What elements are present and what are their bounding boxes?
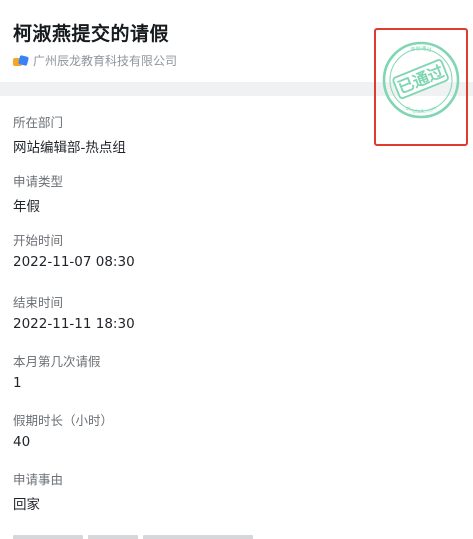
stamp-highlight-box: 审批通过 dingtalk.com 已通过 bbox=[374, 28, 468, 146]
field-label: 假期时长（小时） bbox=[13, 413, 114, 428]
field-label: 申请事由 bbox=[13, 472, 64, 487]
field-value: 回家 bbox=[13, 497, 40, 513]
field-value: 网站编辑部-热点组 bbox=[13, 140, 126, 156]
field-label: 开始时间 bbox=[13, 233, 64, 248]
stamp-bottom-text: dingtalk.com bbox=[405, 105, 438, 115]
approved-stamp: 审批通过 dingtalk.com 已通过 bbox=[382, 41, 460, 119]
field-label: 所在部门 bbox=[13, 115, 64, 130]
field-leave-duration: 假期时长（小时） 40 bbox=[13, 410, 113, 450]
field-reason: 申请事由 回家 bbox=[13, 469, 63, 513]
field-end-time: 结束时间 2022-11-11 18:30 bbox=[13, 292, 135, 332]
organization-name: 广州辰龙教育科技有限公司 bbox=[33, 54, 178, 68]
field-label: 结束时间 bbox=[13, 295, 64, 310]
truncated-text bbox=[88, 535, 138, 539]
field-value: 年假 bbox=[13, 199, 40, 215]
field-value: 1 bbox=[13, 375, 22, 391]
field-start-time: 开始时间 2022-11-07 08:30 bbox=[13, 230, 135, 270]
field-label: 申请类型 bbox=[13, 174, 64, 189]
truncated-next-field bbox=[0, 530, 473, 539]
field-leave-type: 申请类型 年假 bbox=[13, 171, 63, 215]
field-value: 2022-11-07 08:30 bbox=[13, 254, 135, 270]
organization-line: 广州辰龙教育科技有限公司 bbox=[13, 52, 177, 69]
truncated-text bbox=[143, 535, 253, 539]
truncated-text bbox=[13, 535, 83, 539]
field-leave-count: 本月第几次请假 1 bbox=[13, 351, 101, 391]
field-department: 所在部门 网站编辑部-热点组 bbox=[13, 112, 126, 156]
field-label: 本月第几次请假 bbox=[13, 354, 101, 369]
organization-icon bbox=[13, 54, 30, 67]
field-value: 2022-11-11 18:30 bbox=[13, 316, 135, 332]
page-title: 柯淑燕提交的请假 bbox=[13, 23, 170, 45]
field-value: 40 bbox=[13, 434, 31, 450]
